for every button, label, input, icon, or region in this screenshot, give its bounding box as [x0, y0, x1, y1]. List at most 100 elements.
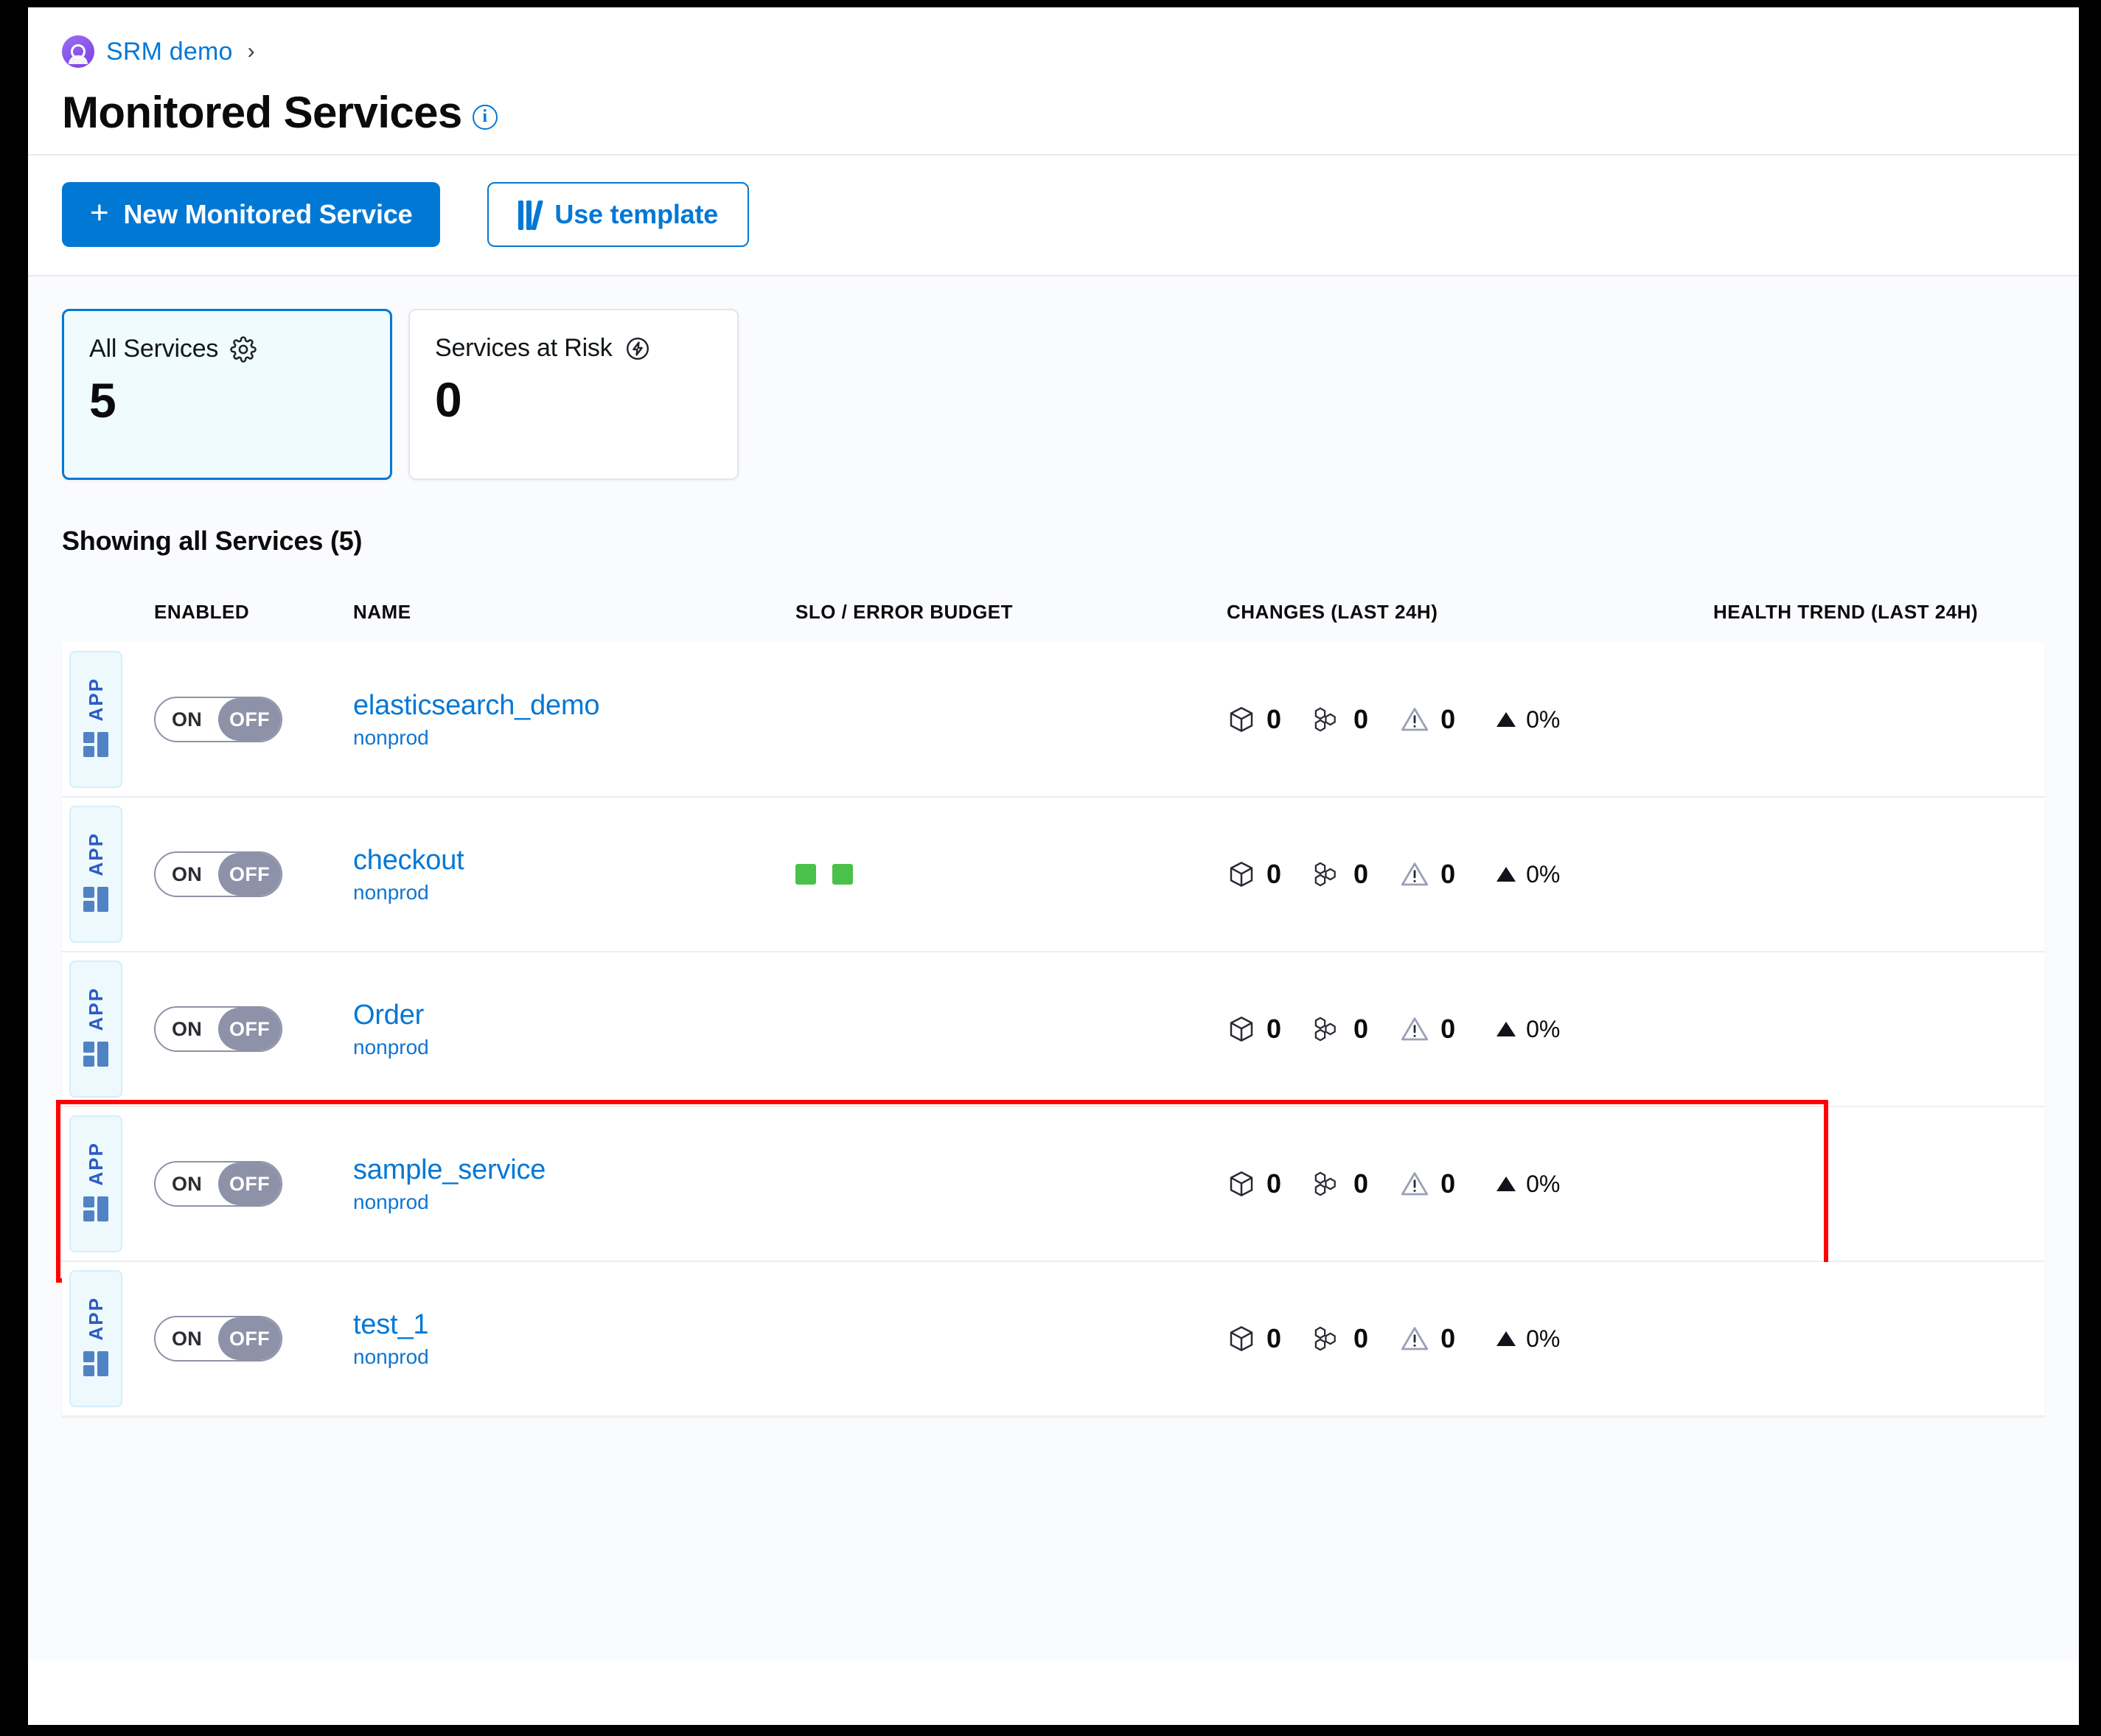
deployments-cube-icon: [1227, 1324, 1256, 1353]
health-trend: 0%: [1497, 1325, 1560, 1353]
column-header-health-trend: HEALTH TREND (LAST 24H): [1713, 601, 2045, 624]
health-trend-cell: [1713, 643, 2045, 796]
slo-cell: [795, 643, 1227, 796]
table-row[interactable]: APP ON OFF elasticsearch_demo nonprod 0: [62, 643, 2045, 798]
column-header-slo: SLO / ERROR BUDGET: [795, 601, 1227, 624]
new-monitored-service-button[interactable]: + New Monitored Service: [62, 182, 440, 247]
enabled-cell: ON OFF: [154, 1262, 353, 1415]
enabled-cell: ON OFF: [154, 952, 353, 1106]
metric-incidents: 0: [1399, 859, 1455, 890]
enabled-toggle[interactable]: ON OFF: [154, 697, 282, 742]
breadcrumb-link-srm-demo[interactable]: SRM demo: [106, 38, 233, 66]
deployments-count: 0: [1266, 859, 1281, 890]
trend-up-arrow-icon: [1497, 712, 1516, 727]
trend-up-arrow-icon: [1497, 1176, 1516, 1191]
metric-infrastructure: 0: [1312, 1014, 1368, 1045]
incidents-warning-icon: [1399, 1324, 1430, 1353]
enabled-toggle[interactable]: ON OFF: [154, 1316, 282, 1362]
trend-up-arrow-icon: [1497, 1331, 1516, 1346]
table-row[interactable]: APP ON OFF Order nonprod 0 0: [62, 952, 2045, 1107]
trend-percent: 0%: [1526, 706, 1560, 733]
name-cell: checkout nonprod: [353, 798, 795, 951]
service-row[interactable]: APP ON OFF checkout nonprod 0 0: [62, 798, 2045, 952]
deployments-count: 0: [1266, 704, 1281, 735]
trend-percent: 0%: [1526, 1325, 1560, 1353]
health-trend: 0%: [1497, 1171, 1560, 1198]
incidents-warning-icon: [1399, 705, 1430, 734]
trend-percent: 0%: [1526, 1171, 1560, 1198]
enabled-cell: ON OFF: [154, 798, 353, 951]
showing-count-label: Showing all Services (5): [62, 526, 2045, 557]
changes-cell: 0 0 0 0%: [1227, 798, 1713, 951]
metric-incidents: 0: [1399, 704, 1455, 735]
service-row[interactable]: APP ON OFF Order nonprod 0 0: [62, 952, 2045, 1107]
slo-cell: [795, 1262, 1227, 1415]
use-template-button[interactable]: Use template: [487, 182, 749, 247]
metric-infrastructure: 0: [1312, 1168, 1368, 1199]
metric-deployments: 0: [1227, 1014, 1281, 1045]
use-template-label: Use template: [554, 199, 718, 230]
incidents-warning-icon: [1399, 860, 1430, 889]
toggle-option-on: ON: [156, 1317, 218, 1360]
card-all-services-label-row: All Services: [89, 335, 365, 363]
service-row[interactable]: APP ON OFF test_1 nonprod 0 0: [62, 1262, 2045, 1417]
trend-up-arrow-icon: [1497, 1022, 1516, 1036]
service-row[interactable]: APP ON OFF elasticsearch_demo nonprod 0: [62, 643, 2045, 798]
infrastructure-count: 0: [1353, 859, 1368, 890]
toggle-option-off: OFF: [218, 853, 281, 896]
slo-cell: [795, 952, 1227, 1106]
infrastructure-count: 0: [1353, 1168, 1368, 1199]
infrastructure-hexagons-icon: [1312, 705, 1343, 734]
app-badge: APP: [69, 806, 122, 943]
toggle-option-on: ON: [156, 1008, 218, 1050]
name-cell: Order nonprod: [353, 952, 795, 1106]
incidents-count: 0: [1440, 1168, 1455, 1199]
enabled-toggle[interactable]: ON OFF: [154, 851, 282, 897]
service-name-link[interactable]: sample_service: [353, 1154, 546, 1186]
changes-cell: 0 0 0 0%: [1227, 952, 1713, 1106]
card-services-at-risk-label-row: Services at Risk: [435, 334, 712, 363]
toggle-option-off: OFF: [218, 1162, 281, 1205]
table-row[interactable]: APP ON OFF test_1 nonprod 0 0: [62, 1262, 2045, 1417]
enabled-cell: ON OFF: [154, 1107, 353, 1261]
breadcrumb: SRM demo ›: [62, 32, 2045, 71]
metric-infrastructure: 0: [1312, 1323, 1368, 1354]
app-grid-icon: [83, 1351, 108, 1376]
service-environment-label: nonprod: [353, 881, 429, 904]
table-row[interactable]: APP ON OFF sample_service nonprod 0: [62, 1107, 2045, 1262]
health-trend: 0%: [1497, 706, 1560, 733]
table-header-row: ENABLED NAME SLO / ERROR BUDGET CHANGES …: [62, 601, 2045, 643]
incidents-warning-icon: [1399, 1169, 1430, 1199]
incidents-warning-icon: [1399, 1014, 1430, 1044]
service-row[interactable]: APP ON OFF sample_service nonprod 0: [62, 1107, 2045, 1262]
app-badge-label: APP: [85, 832, 108, 876]
page-title-row: Monitored Services i: [62, 87, 2045, 138]
service-name-link[interactable]: checkout: [353, 845, 464, 876]
app-badge-label: APP: [85, 1142, 108, 1185]
metric-deployments: 0: [1227, 1323, 1281, 1354]
health-trend: 0%: [1497, 861, 1560, 888]
card-services-at-risk[interactable]: Services at Risk 0: [408, 309, 739, 480]
card-all-services[interactable]: All Services 5: [62, 309, 392, 480]
service-name-link[interactable]: test_1: [353, 1309, 428, 1341]
service-name-link[interactable]: elasticsearch_demo: [353, 690, 599, 722]
enabled-toggle[interactable]: ON OFF: [154, 1006, 282, 1052]
chevron-right-icon: ›: [248, 41, 255, 63]
service-type-badge-cell: APP: [62, 1262, 154, 1415]
table-row[interactable]: APP ON OFF checkout nonprod 0 0: [62, 798, 2045, 952]
health-trend-cell: [1713, 1262, 2045, 1415]
metric-deployments: 0: [1227, 859, 1281, 890]
info-icon[interactable]: i: [473, 105, 498, 130]
service-environment-label: nonprod: [353, 1345, 429, 1369]
card-services-at-risk-value: 0: [435, 374, 712, 425]
app-badge-label: APP: [85, 1297, 108, 1340]
srm-logo-icon: [62, 35, 94, 68]
card-services-at-risk-label: Services at Risk: [435, 334, 613, 363]
service-name-link[interactable]: Order: [353, 1000, 424, 1031]
app-grid-icon: [83, 1042, 108, 1067]
service-type-badge-cell: APP: [62, 798, 154, 951]
card-all-services-label: All Services: [89, 335, 218, 363]
health-trend-cell: [1713, 952, 2045, 1106]
infrastructure-count: 0: [1353, 1323, 1368, 1354]
enabled-toggle[interactable]: ON OFF: [154, 1161, 282, 1207]
